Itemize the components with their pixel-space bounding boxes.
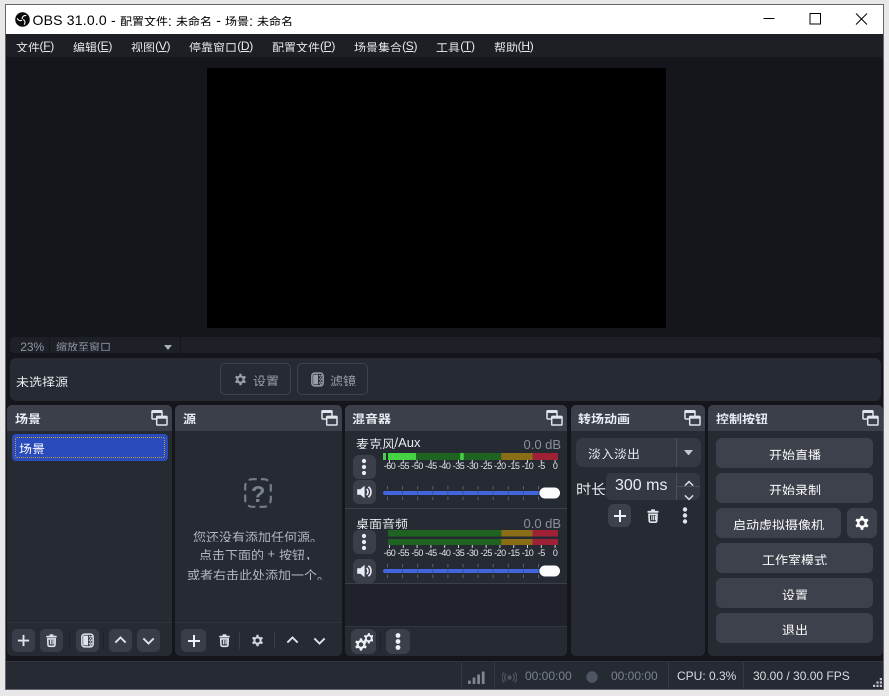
svg-text:?: ? bbox=[251, 481, 265, 507]
